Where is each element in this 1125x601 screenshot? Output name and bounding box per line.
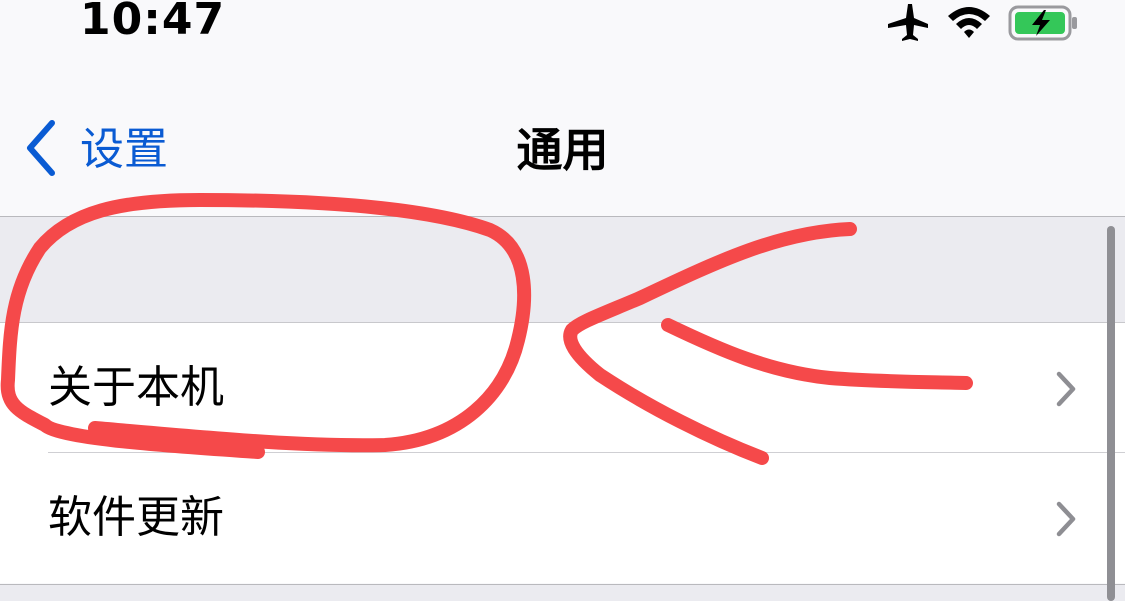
list-item-label: 关于本机 — [48, 362, 224, 413]
chevron-right-icon — [1055, 371, 1077, 411]
chevron-right-icon — [1055, 501, 1077, 541]
list-item-about[interactable]: 关于本机 — [0, 322, 1125, 453]
battery-charging-icon — [1008, 2, 1080, 46]
settings-general-screen: 10:47 设置 通用 关于本机 软件更新 — [0, 0, 1125, 601]
status-bar: 10:47 — [0, 0, 1125, 60]
status-time: 10:47 — [80, 0, 226, 45]
wifi-icon — [944, 2, 994, 46]
section-spacer — [0, 216, 1125, 322]
page-title: 通用 — [516, 123, 609, 177]
section-spacer — [0, 584, 1125, 601]
list-item-label: 软件更新 — [48, 492, 224, 543]
navigation-bar: 设置 通用 — [0, 60, 1125, 216]
airplane-icon — [884, 2, 930, 46]
scroll-indicator[interactable] — [1107, 226, 1115, 601]
list-item-software-update[interactable]: 软件更新 — [0, 453, 1125, 583]
